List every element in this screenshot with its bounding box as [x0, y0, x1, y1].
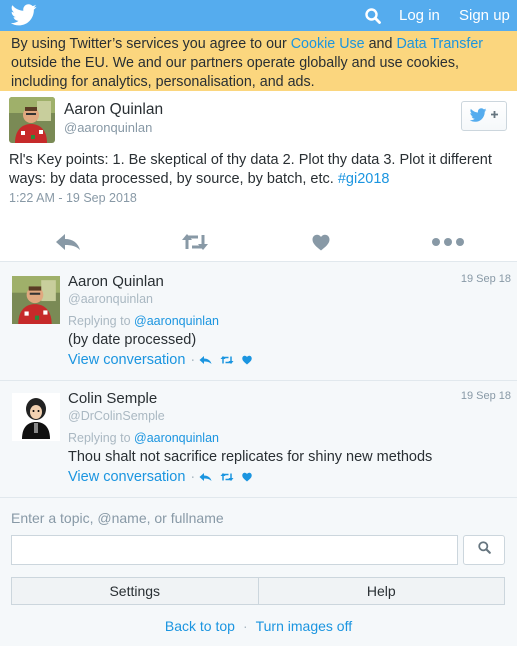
retweet-icon[interactable]	[220, 472, 234, 482]
tweet-actions	[0, 222, 517, 262]
avatar[interactable]	[12, 276, 60, 324]
replying-to: Replying to @aaronquinlan	[68, 431, 219, 445]
replying-to-link[interactable]: @aaronquinlan	[134, 431, 219, 445]
reply-text: Thou shalt not sacrifice replicates for …	[68, 449, 433, 465]
replying-prefix: Replying to	[68, 431, 135, 445]
reply-tweet: Colin Semple @DrColinSemple 19 Sep 18 Re…	[0, 381, 517, 498]
top-bar: Log in Sign up	[0, 0, 517, 31]
author-handle[interactable]: @aaronquinlan	[64, 120, 152, 135]
more-icon[interactable]	[427, 229, 469, 255]
cookie-text: and	[364, 36, 397, 52]
replying-to: Replying to @aaronquinlan	[68, 314, 219, 328]
reply-tweet: Aaron Quinlan @aaronquinlan 19 Sep 18 Re…	[0, 262, 517, 381]
hashtag-link[interactable]: #gi2018	[338, 171, 390, 187]
settings-button[interactable]: Settings	[12, 578, 258, 604]
help-button[interactable]: Help	[257, 578, 505, 604]
view-conversation-link[interactable]: View conversation	[68, 352, 185, 368]
search-section: Enter a topic, @name, or fullname Settin…	[0, 498, 517, 646]
tweet-body: Rl's Key points: 1. Be skeptical of thy …	[9, 152, 492, 187]
cookie-text: By using Twitter’s services you agree to…	[11, 36, 291, 52]
author-name[interactable]: Aaron Quinlan	[64, 101, 163, 119]
reply-icon[interactable]	[48, 229, 88, 255]
replying-to-link[interactable]: @aaronquinlan	[134, 314, 219, 328]
data-transfer-link[interactable]: Data Transfer	[396, 36, 483, 52]
avatar[interactable]	[9, 97, 55, 143]
search-label: Enter a topic, @name, or fullname	[11, 510, 224, 526]
login-link[interactable]: Log in	[399, 0, 440, 31]
settings-help-bar: Settings Help	[11, 577, 505, 605]
reply-icon[interactable]	[199, 355, 212, 365]
reply-icon[interactable]	[199, 472, 212, 482]
signup-link[interactable]: Sign up	[459, 0, 510, 31]
cookie-use-link[interactable]: Cookie Use	[291, 36, 365, 52]
tweet-text: Rl's Key points: 1. Be skeptical of thy …	[9, 151, 509, 189]
follow-button[interactable]	[461, 101, 507, 131]
back-to-top-link[interactable]: Back to top	[165, 618, 235, 634]
retweet-icon[interactable]	[220, 355, 234, 365]
replying-prefix: Replying to	[68, 314, 135, 328]
separator: ·	[190, 469, 196, 485]
footer-links: Back to top · Turn images off	[0, 618, 517, 634]
search-icon[interactable]	[358, 0, 388, 31]
reply-footer: View conversation ·	[68, 352, 260, 368]
turn-images-off-link[interactable]: Turn images off	[256, 618, 353, 634]
reply-text: (by date processed)	[68, 332, 197, 348]
tweet-timestamp[interactable]: 1:22 AM - 19 Sep 2018	[9, 191, 137, 205]
retweet-icon[interactable]	[175, 229, 215, 255]
reply-footer: View conversation ·	[68, 469, 260, 485]
cookie-text: outside the EU. We and our partners oper…	[11, 55, 459, 90]
reply-date[interactable]: 19 Sep 18	[461, 273, 511, 285]
like-icon[interactable]	[242, 355, 252, 365]
reply-author-handle[interactable]: @DrColinSemple	[68, 409, 165, 423]
twitter-bird-icon[interactable]	[10, 4, 37, 26]
separator: ·	[242, 618, 248, 634]
like-icon[interactable]	[301, 229, 341, 255]
reply-author-handle[interactable]: @aaronquinlan	[68, 292, 153, 306]
view-conversation-link[interactable]: View conversation	[68, 469, 185, 485]
reply-author-name[interactable]: Aaron Quinlan	[68, 273, 164, 290]
like-icon[interactable]	[242, 472, 252, 482]
search-input[interactable]	[11, 535, 458, 565]
separator: ·	[190, 352, 196, 368]
reply-date[interactable]: 19 Sep 18	[461, 390, 511, 402]
avatar[interactable]	[12, 393, 60, 441]
search-button[interactable]	[463, 535, 505, 565]
main-tweet: Aaron Quinlan @aaronquinlan Rl's Key poi…	[0, 91, 517, 262]
cookie-banner: By using Twitter’s services you agree to…	[0, 31, 517, 91]
search-icon	[477, 541, 491, 559]
reply-author-name[interactable]: Colin Semple	[68, 390, 157, 407]
